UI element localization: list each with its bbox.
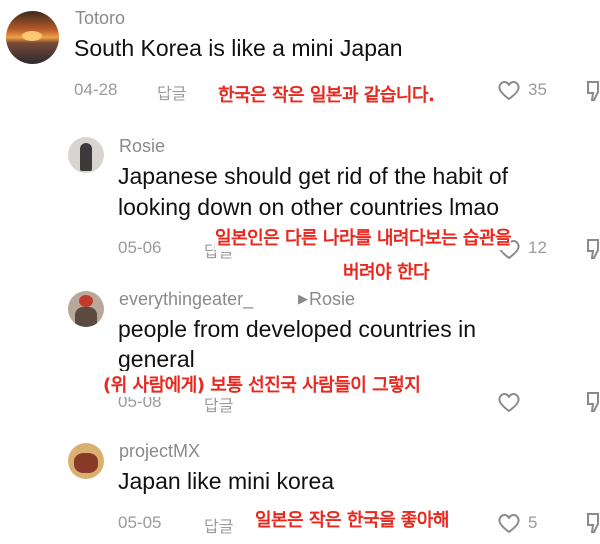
translation-annotation-line-1: 일본인은 다른 나라를 내려다보는 습관을 [215,224,512,250]
sun-glow-icon [22,31,42,41]
translation-annotation: (위 사람에게) 보통 선진국 사람들이 그렇지 [103,371,421,397]
comment-text-line-2: general [118,346,195,372]
heart-icon[interactable] [497,79,521,101]
reply-arrow-icon: ▶ [298,291,308,306]
reply-button[interactable]: 답글 [157,80,186,104]
username[interactable]: Totoro [75,8,125,29]
username[interactable]: projectMX [119,441,200,462]
like-count: 5 [528,513,538,532]
heart-icon[interactable] [497,512,521,534]
dislike-icon[interactable] [586,391,600,413]
username[interactable]: everythingeater_ [119,289,253,310]
comment-text-line-2: looking down on other countries lmao [118,194,500,220]
heart-icon[interactable] [497,391,521,413]
avatar-body-icon [75,307,97,327]
username[interactable]: Rosie [119,136,165,157]
dislike-icon[interactable] [586,80,600,102]
like-count: 12 [528,238,547,257]
avatar[interactable] [68,137,104,173]
comment-date: 04-28 [74,80,118,99]
translation-annotation: 한국은 작은 일본과 같습니다. [218,85,435,106]
dislike-icon[interactable] [586,238,600,260]
translation-annotation: 일본은 작은 한국을 좋아해 [255,510,449,531]
translation-annotation-line-2: 버려야 한다 [343,262,430,283]
reply-to-username[interactable]: Rosie [309,289,355,310]
avatar-figure-icon [80,143,92,171]
comment-date: 05-05 [118,513,162,532]
avatar[interactable] [68,291,104,327]
avatar[interactable] [68,443,104,479]
reply-button[interactable]: 답글 [204,513,233,537]
avatar-figure-icon [74,453,98,473]
comment-text: South Korea is like a mini Japan [74,35,403,61]
comment-text-line-1: Japanese should get rid of the habit of [118,163,509,189]
like-count: 35 [528,80,547,99]
comment-text: Japan like mini korea [118,468,335,494]
avatar-person-icon [79,295,93,307]
comment-date: 05-06 [118,238,162,257]
comment-text-line-1: people from developed countries in [118,316,477,342]
dislike-icon[interactable] [586,512,600,534]
avatar[interactable] [6,11,59,64]
